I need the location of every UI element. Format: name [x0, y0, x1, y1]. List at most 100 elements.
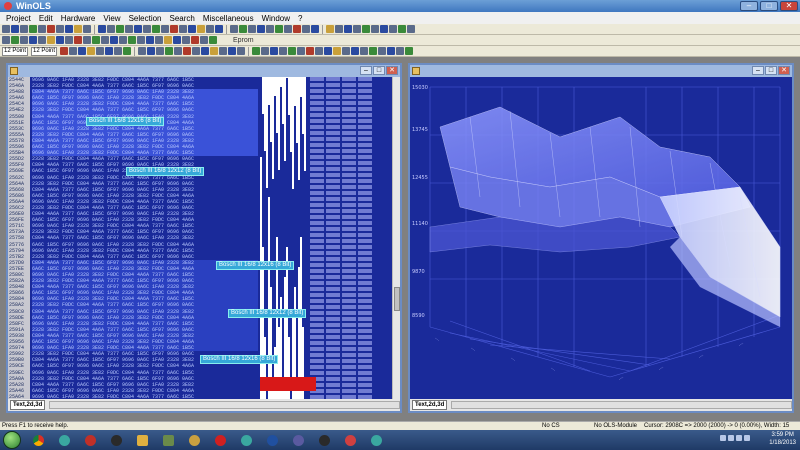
plot-close-button[interactable]: ✕ [778, 66, 790, 75]
toolbar-button[interactable] [275, 25, 283, 33]
taskbar-chrome-icon[interactable] [29, 432, 47, 448]
start-button[interactable] [3, 431, 21, 449]
toolbar-button[interactable] [74, 25, 82, 33]
toolbar-button[interactable] [219, 47, 227, 55]
toolbar-button[interactable] [228, 47, 236, 55]
menu-project[interactable]: Project [2, 14, 35, 23]
toolbar-button[interactable] [405, 47, 413, 55]
map-label[interactable]: Bosch III 16/8 12x16 (8 Bit) [86, 117, 165, 126]
menu-miscellaneous[interactable]: Miscellaneous [199, 14, 258, 23]
toolbar-button[interactable] [92, 36, 100, 44]
toolbar-button[interactable] [2, 36, 10, 44]
menu-hardware[interactable]: Hardware [57, 14, 100, 23]
toolbar-button[interactable] [56, 36, 64, 44]
hex-close-button[interactable]: ✕ [386, 66, 398, 75]
toolbar-button[interactable] [293, 25, 301, 33]
toolbar-button[interactable] [188, 25, 196, 33]
toolbar-button[interactable] [239, 25, 247, 33]
toolbar-button[interactable] [270, 47, 278, 55]
toolbar-button[interactable] [230, 25, 238, 33]
toolbar-button[interactable] [165, 47, 173, 55]
taskbar-app-icon[interactable] [159, 432, 177, 448]
plot-horizontal-scrollbar[interactable] [451, 401, 792, 409]
taskbar-app-icon[interactable] [341, 432, 359, 448]
toolbar-button[interactable] [11, 36, 19, 44]
plot-window[interactable]: – □ ✕ 15030 13745 12455 11140 9870 8590 … [408, 63, 794, 413]
taskbar-app-icon[interactable] [237, 432, 255, 448]
toolbar-button[interactable] [47, 36, 55, 44]
toolbar-button[interactable] [38, 36, 46, 44]
toolbar-button[interactable] [302, 25, 310, 33]
toolbar-button[interactable] [284, 25, 292, 33]
menu-view[interactable]: View [99, 14, 124, 23]
toolbar-button[interactable] [161, 25, 169, 33]
hex-minimize-button[interactable]: – [360, 66, 372, 75]
toolbar-button[interactable] [47, 25, 55, 33]
toolbar-button[interactable] [164, 36, 172, 44]
toolbar-button[interactable] [174, 47, 182, 55]
toolbar-button[interactable] [183, 47, 191, 55]
toolbar-button[interactable] [105, 47, 113, 55]
view-mode-tab[interactable]: Text,2d,3d [10, 400, 46, 410]
toolbar-button[interactable] [96, 47, 104, 55]
toolbar-button[interactable] [2, 25, 10, 33]
toolbar-button[interactable] [155, 36, 163, 44]
toolbar-button[interactable] [87, 47, 95, 55]
toolbar-button[interactable] [344, 25, 352, 33]
toolbar-button[interactable] [182, 36, 190, 44]
toolbar-button[interactable] [20, 25, 28, 33]
toolbar-button[interactable] [353, 25, 361, 33]
map-label[interactable]: Bosch III 16/8 12x12 (8 Bit) [228, 309, 307, 318]
toolbar-button[interactable] [252, 47, 260, 55]
toolbar-button[interactable] [380, 25, 388, 33]
toolbar-button[interactable] [200, 36, 208, 44]
taskbar-app-icon[interactable] [367, 432, 385, 448]
tray-icon[interactable] [728, 435, 734, 441]
toolbar-button[interactable] [324, 47, 332, 55]
toolbar-button[interactable] [123, 47, 131, 55]
toolbar-button[interactable] [369, 47, 377, 55]
close-button[interactable]: ✕ [780, 1, 798, 11]
toolbar-button[interactable] [98, 25, 106, 33]
toolbar-button[interactable] [11, 25, 19, 33]
toolbar-button[interactable] [261, 47, 269, 55]
toolbar-button[interactable] [311, 25, 319, 33]
toolbar-button[interactable] [101, 36, 109, 44]
taskbar-app-icon[interactable] [263, 432, 281, 448]
toolbar-button[interactable] [206, 25, 214, 33]
toolbar-button[interactable] [201, 47, 209, 55]
toolbar-button[interactable] [326, 25, 334, 33]
toolbar-button[interactable] [342, 47, 350, 55]
toolbar-button[interactable] [371, 25, 379, 33]
toolbar-button[interactable] [119, 36, 127, 44]
toolbar-button[interactable] [387, 47, 395, 55]
map-label[interactable]: Bosch III 16/8 12x12 (8 Bit) [126, 167, 205, 176]
toolbar-button[interactable] [143, 25, 151, 33]
view-mode-tab[interactable]: Text,2d,3d [412, 400, 448, 410]
toolbar-button[interactable] [74, 36, 82, 44]
toolbar-button[interactable] [315, 47, 323, 55]
toolbar-button[interactable] [116, 25, 124, 33]
toolbar-button[interactable] [152, 25, 160, 33]
toolbar-button[interactable] [192, 47, 200, 55]
plot-minimize-button[interactable]: – [752, 66, 764, 75]
3d-plot-view[interactable]: 15030 13745 12455 11140 9870 8590 ···· ·… [410, 77, 792, 399]
toolbar-button[interactable] [378, 47, 386, 55]
toolbar-button[interactable] [146, 36, 154, 44]
toolbar-button[interactable] [137, 36, 145, 44]
toolbar-button[interactable] [60, 47, 68, 55]
menu-window[interactable]: Window [258, 14, 294, 23]
toolbar-button[interactable] [179, 25, 187, 33]
toolbar-button[interactable] [257, 25, 265, 33]
hex-horizontal-scrollbar[interactable] [49, 401, 400, 409]
toolbar-button[interactable] [333, 47, 341, 55]
toolbar-button[interactable] [125, 25, 133, 33]
toolbar-button[interactable] [29, 36, 37, 44]
maximize-button[interactable]: □ [760, 1, 778, 11]
font-size-select-2[interactable]: 12 Point [31, 46, 57, 56]
eprom-label[interactable]: Eprom [233, 37, 254, 44]
hex-window[interactable]: – □ ✕ 2544C 2546A 25488 254A6 254C4 254E2 2550… [6, 63, 402, 413]
toolbar-button[interactable] [197, 25, 205, 33]
toolbar-button[interactable] [209, 36, 217, 44]
toolbar-button[interactable] [407, 25, 415, 33]
